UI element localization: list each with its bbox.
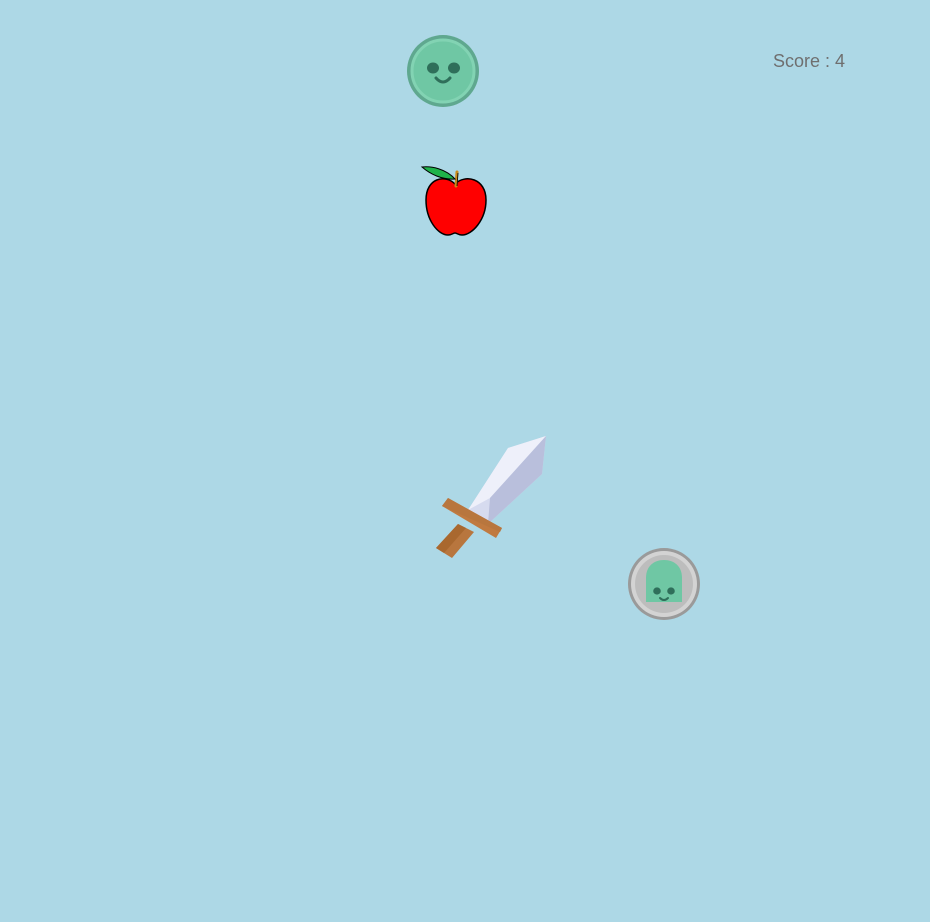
sword-icon [436,436,546,558]
apple[interactable] [420,162,490,240]
monster-face-icon [407,35,479,107]
score-label: Score : 4 [773,51,846,71]
ghost-face-icon [628,548,700,620]
sword[interactable] [430,432,552,562]
game-canvas[interactable]: Score : 4 [0,0,930,922]
ghost-face-coin[interactable] [626,546,702,622]
apple-icon [420,166,487,236]
green-monster-coin[interactable] [405,33,481,109]
